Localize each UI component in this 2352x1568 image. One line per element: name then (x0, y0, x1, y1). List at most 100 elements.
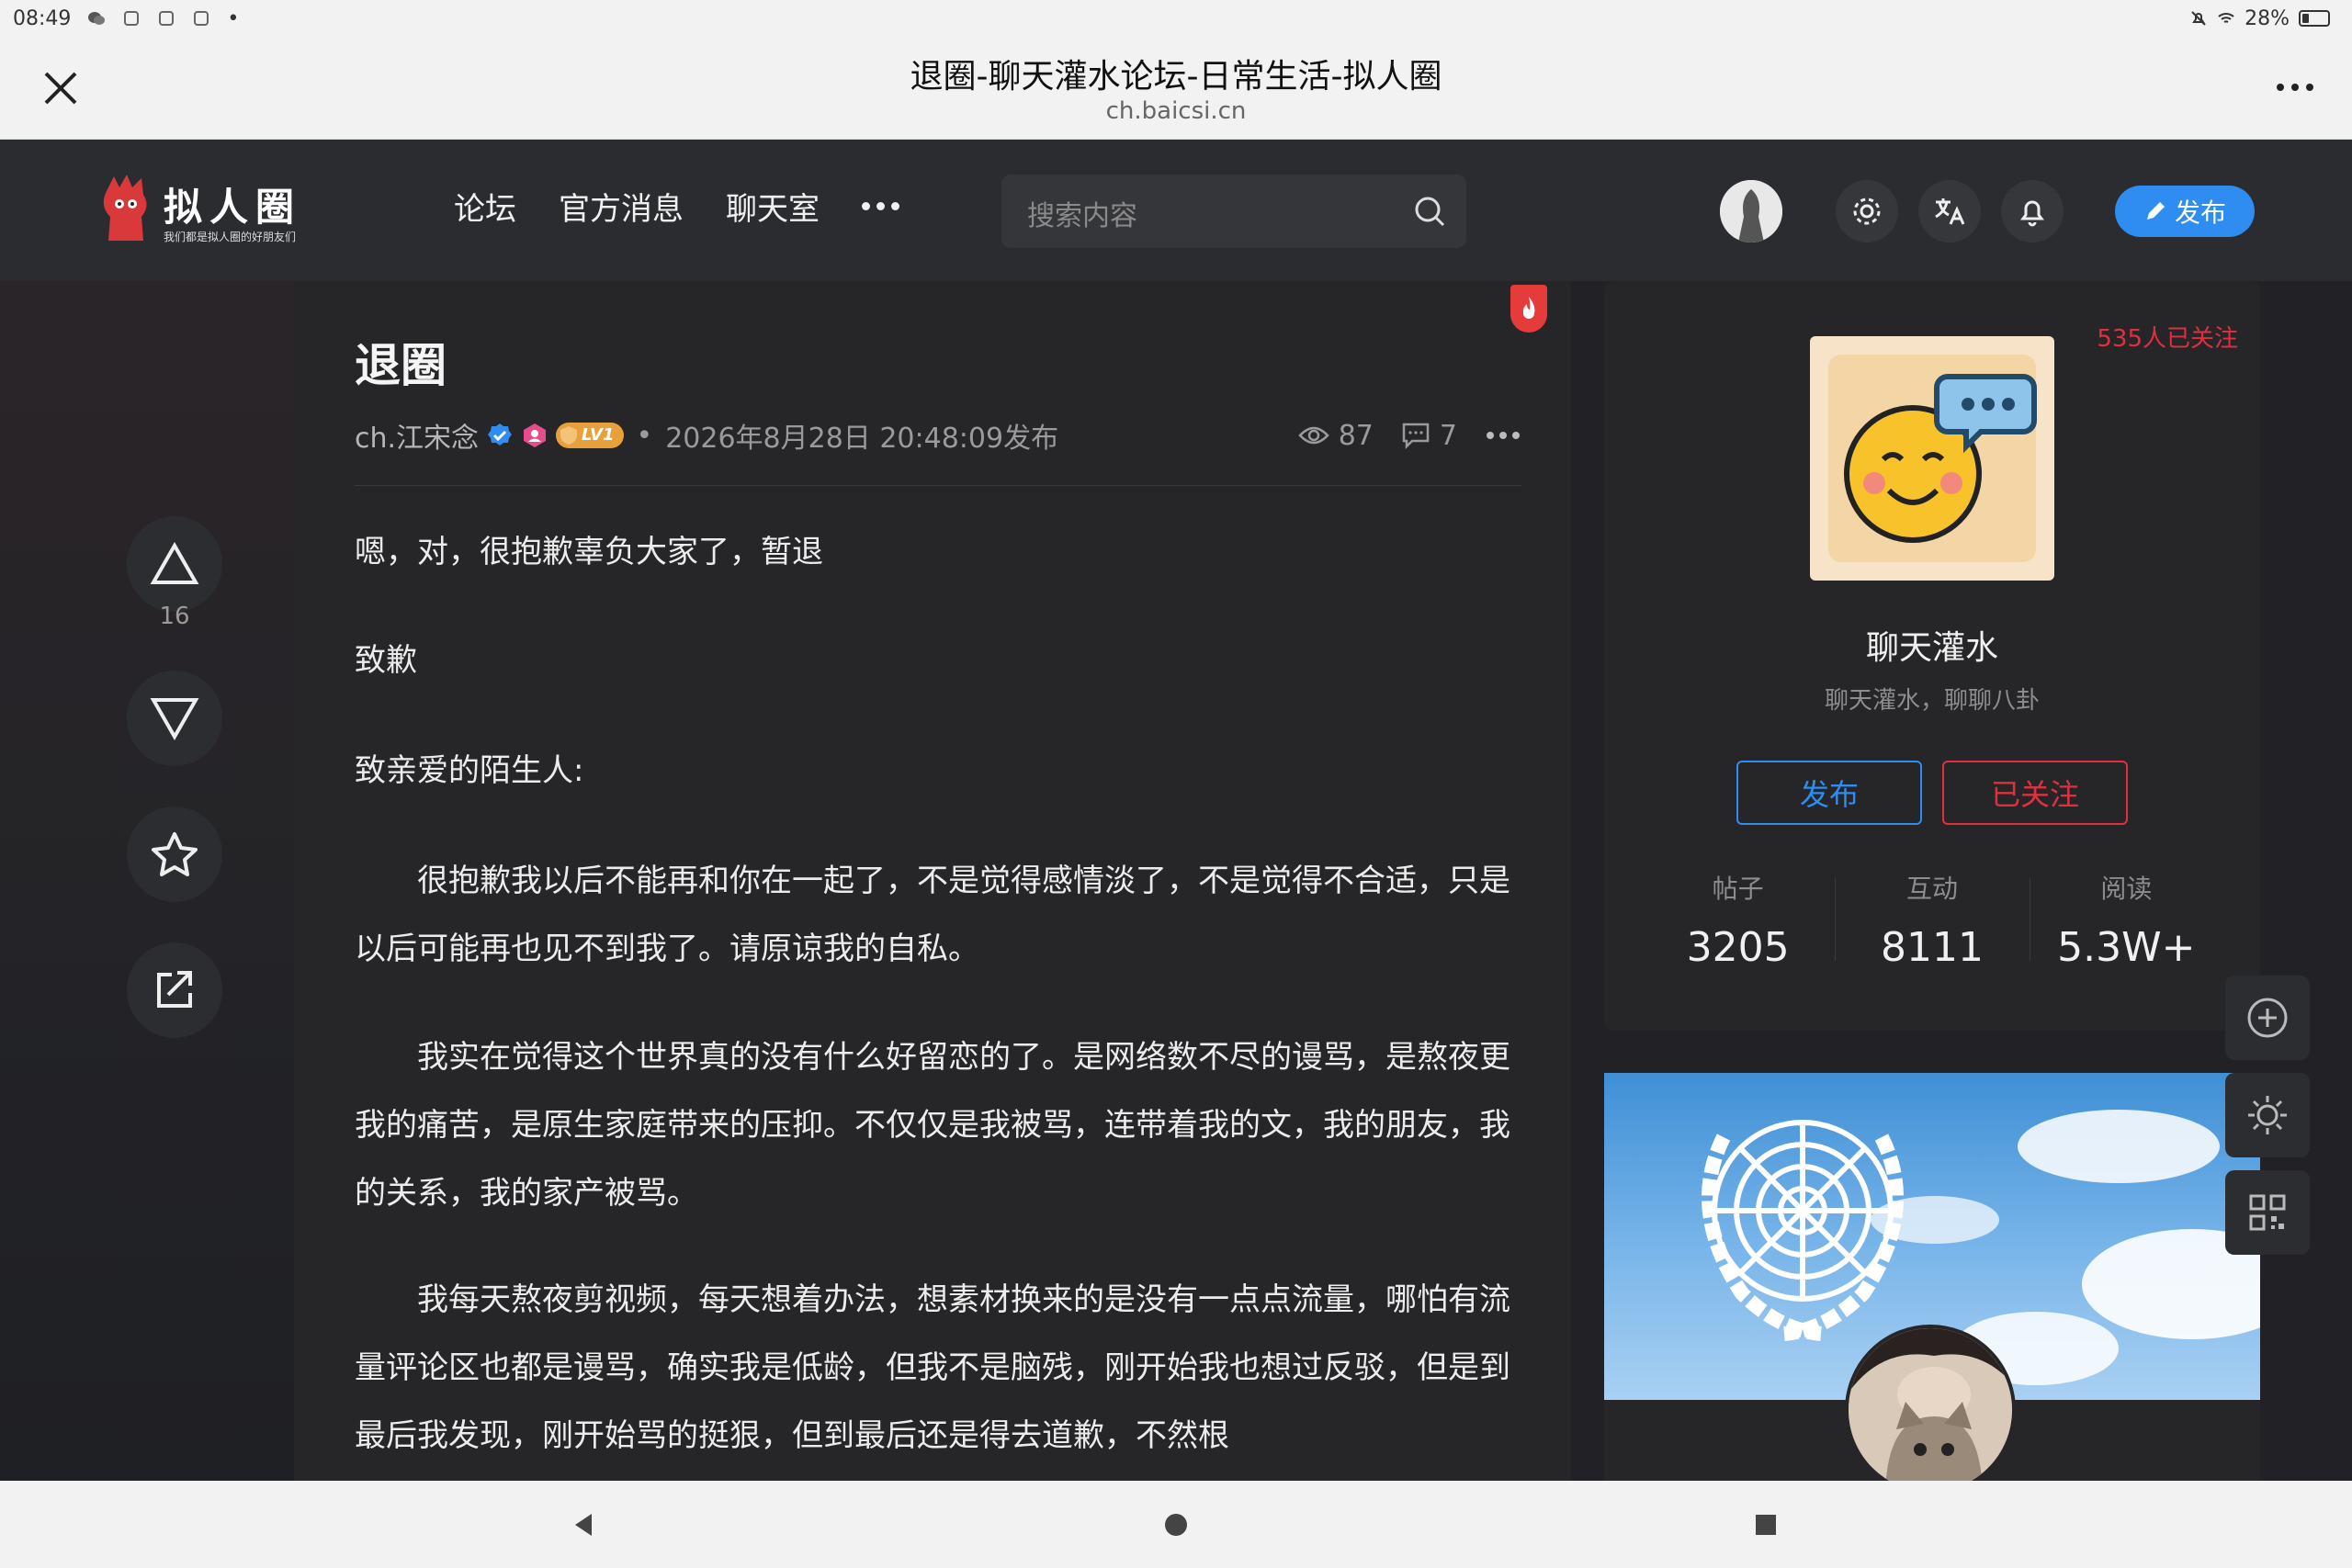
board-stat-posts: 帖子 3205 (1641, 869, 1835, 971)
more-icon (1487, 432, 1520, 439)
avatar-image (1720, 180, 1782, 243)
battery-percent: 28% (2245, 6, 2290, 30)
status-time: 08:49 (13, 6, 72, 30)
browser-bar: 退圈-聊天灌水论坛-日常生活-拟人圈 ch.baicsi.cn (0, 37, 2352, 140)
author-name[interactable]: ch.江宋念 (355, 415, 479, 456)
logo-text: 拟人圈 (164, 185, 302, 230)
user-avatar[interactable] (1720, 180, 1782, 243)
vote-count: 16 (159, 603, 190, 630)
post-more-button[interactable] (1485, 430, 1521, 441)
triangle-up-icon (150, 542, 199, 584)
floating-tools (2225, 976, 2310, 1255)
comment-count-value: 7 (1439, 419, 1457, 452)
author-profile-card (1604, 1073, 2260, 1481)
more-notifications-dot: • (227, 6, 240, 30)
level-text: LV1 (582, 425, 615, 445)
mascot-logo-icon (103, 175, 147, 241)
nav-more-button[interactable] (862, 202, 899, 210)
level-badge: LV1 (556, 423, 624, 448)
post-paragraph: 我每天熬夜剪视频，每天想着办法，想素材换来的是没有一点点流量，哪怕有流量评论区也… (355, 1281, 1510, 1454)
fire-icon (1522, 297, 1535, 319)
upvote-button[interactable] (127, 516, 222, 612)
notification-icon (159, 11, 175, 26)
comment-count[interactable]: 7 (1401, 420, 1457, 452)
wifi-icon (2218, 13, 2234, 23)
board-stat-reads: 阅读 5.3W+ (2029, 869, 2223, 971)
publish-button[interactable]: 发布 (2115, 186, 2255, 237)
back-icon[interactable] (570, 1510, 599, 1540)
stat-label: 互动 (1905, 874, 1958, 904)
notifications-button[interactable] (2001, 180, 2064, 243)
board-publish-button[interactable]: 发布 (1736, 761, 1922, 825)
site-header: 拟人圈 我们都是拟人圈的好朋友们 论坛 官方消息 聊天室 搜索内容 发布 (0, 140, 2352, 281)
board-description: 聊天灌水，聊聊八卦 (1824, 687, 2040, 715)
add-button[interactable] (2225, 976, 2310, 1060)
qr-code-button[interactable] (2225, 1170, 2310, 1255)
page-content: 16 退圈 ch.江宋念 LV1 • 2026年8月28日 20:48:09发布 (0, 281, 2352, 1481)
post-article: 退圈 ch.江宋念 LV1 • 2026年8月28日 20:48:09发布 87… (294, 281, 1571, 1481)
logo-tagline: 我们都是拟人圈的好朋友们 (164, 231, 297, 243)
home-icon[interactable] (1161, 1510, 1191, 1540)
favorite-button[interactable] (127, 807, 222, 902)
theme-toggle-button[interactable] (2225, 1073, 2310, 1157)
page-url: ch.baicsi.cn (1105, 97, 1247, 125)
pencil-icon (2146, 202, 2165, 220)
board-icon[interactable] (1810, 336, 2054, 581)
browser-menu-button[interactable] (2271, 73, 2319, 101)
nav-chatroom[interactable]: 聊天室 (726, 184, 820, 229)
action-rail: 16 (0, 281, 294, 1481)
share-button[interactable] (127, 942, 222, 1038)
post-paragraph: 致亲爱的陌生人: (355, 752, 584, 789)
post-title: 退圈 (355, 339, 447, 392)
status-bar: 08:49 • 28% (0, 0, 2352, 37)
mute-icon (2191, 11, 2206, 26)
bell-icon (2020, 200, 2044, 227)
board-card: 535人已关注 聊天灌水 聊天灌水，聊聊八卦 发布 已关注 帖子 3205 互动 (1604, 281, 2260, 1031)
follower-count: 535人已关注 (2097, 325, 2238, 353)
recents-icon[interactable] (1751, 1510, 1781, 1540)
search-icon[interactable] (1411, 193, 1448, 230)
stat-value: 5.3W+ (2057, 924, 2196, 971)
post-paragraph: 很抱歉我以后不能再和你在一起了，不是觉得感情淡了，不是觉得不合适，只是以后可能再… (355, 863, 1510, 967)
triangle-down-icon (150, 698, 199, 740)
translate-icon (1935, 198, 1965, 225)
comment-icon (1402, 423, 1430, 449)
nav-official-news[interactable]: 官方消息 (559, 184, 684, 229)
stat-label: 阅读 (2100, 874, 2153, 904)
android-nav-bar (0, 1481, 2352, 1568)
translate-button[interactable] (1918, 180, 1981, 243)
gear-icon (1853, 197, 1881, 225)
nav-forum[interactable]: 论坛 (454, 184, 516, 229)
wechat-icon (88, 12, 106, 25)
board-stats: 帖子 3205 互动 8111 阅读 5.3W+ (1641, 869, 2223, 971)
board-stat-interactions: 互动 8111 (1835, 869, 2029, 971)
publish-time: 2026年8月28日 20:48:09发布 (665, 423, 1059, 455)
site-logo[interactable]: 拟人圈 我们都是拟人圈的好朋友们 (96, 173, 301, 248)
level-shield-icon (560, 426, 578, 445)
notification-icon (194, 11, 209, 26)
board-follow-button[interactable]: 已关注 (1942, 761, 2128, 825)
main-nav: 论坛 官方消息 聊天室 (454, 184, 899, 229)
search-box[interactable]: 搜索内容 (1001, 175, 1466, 248)
hot-badge (1510, 285, 1547, 333)
search-input[interactable]: 搜索内容 (1027, 193, 1137, 233)
board-name: 聊天灌水 (1865, 629, 1998, 667)
plus-circle-icon (2247, 998, 2288, 1038)
post-paragraph: 嗯，对，很抱歉辜负大家了，暂退 (355, 534, 823, 570)
battery-level (2302, 14, 2310, 23)
settings-button[interactable] (1836, 180, 1898, 243)
view-count: 87 (1298, 420, 1374, 452)
member-badge-icon (524, 423, 547, 447)
verified-icon (488, 423, 513, 446)
cat-avatar-image (1849, 1328, 2012, 1481)
smiley-chat-icon (1828, 355, 2037, 562)
stat-value: 8111 (1881, 924, 1984, 971)
qr-code-icon (2249, 1194, 2286, 1231)
stat-label: 帖子 (1712, 874, 1764, 904)
view-count-value: 87 (1338, 419, 1374, 452)
post-paragraph: 致歉 (355, 642, 417, 679)
downvote-button[interactable] (127, 671, 222, 766)
battery-icon (2299, 10, 2330, 27)
post-meta: ch.江宋念 LV1 • 2026年8月28日 20:48:09发布 87 7 (355, 415, 1521, 456)
meta-separator: • (636, 419, 653, 452)
